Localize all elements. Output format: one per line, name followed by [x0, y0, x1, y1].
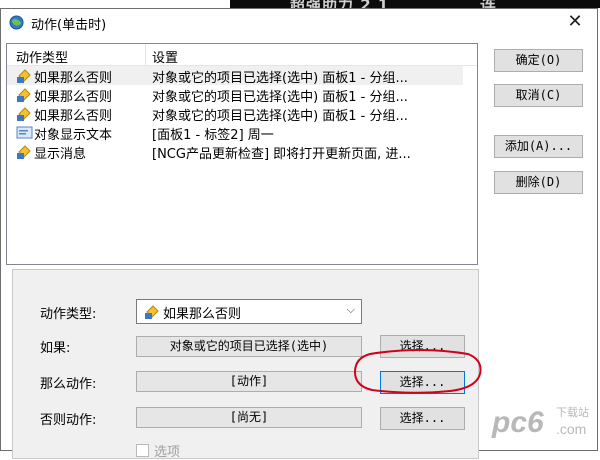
globe-icon — [9, 15, 24, 30]
action-type-cell: 显示消息 — [34, 147, 87, 162]
setting-cell: 对象或它的项目已选择(选中) 面板1 - 分组... — [152, 90, 408, 105]
else-label: 否则动作: — [40, 413, 97, 428]
message-icon — [17, 145, 31, 159]
annotation-oval — [353, 349, 482, 394]
setting-cell: [NCG产品更新检查] 即将打开更新页面, 进... — [152, 147, 411, 162]
list-item[interactable]: 如果那么否则 对象或它的项目已选择(选中) 面板1 - 分组... — [7, 66, 463, 86]
list-header: 动作类型 设置 — [7, 44, 477, 66]
action-type-value: 如果那么否则 — [163, 307, 242, 322]
window-title: 动作(单击时) — [31, 18, 107, 33]
condition-icon — [17, 107, 31, 121]
action-type-select[interactable]: 如果那么否则 ⌵ — [136, 299, 362, 324]
list-item[interactable]: 显示消息 [NCG产品更新检查] 即将打开更新页面, 进... — [7, 142, 463, 162]
then-label: 那么动作: — [40, 377, 97, 392]
condition-icon — [17, 69, 31, 83]
condition-icon — [17, 88, 31, 102]
condition-icon — [145, 305, 159, 319]
delete-button[interactable]: 删除(D) — [494, 171, 583, 194]
then-action-field: [动作] — [136, 371, 362, 392]
else-action-field: [尚无] — [136, 407, 362, 428]
text-display-icon — [16, 126, 33, 139]
setting-cell: 对象或它的项目已选择(选中) 面板1 - 分组... — [152, 71, 408, 86]
background-app-strip — [230, 0, 600, 8]
action-type-cell: 如果那么否则 — [34, 109, 113, 124]
column-header-action-type[interactable]: 动作类型 — [16, 47, 68, 66]
title-bar: 动作(单击时) ✕ — [1, 9, 597, 37]
list-item[interactable]: 如果那么否则 对象或它的项目已选择(选中) 面板1 - 分组... — [7, 85, 463, 105]
action-type-label: 动作类型: — [40, 307, 97, 322]
watermark-brand: pc6 — [491, 406, 544, 439]
if-condition-field: 对象或它的项目已选择(选中) — [136, 336, 362, 357]
setting-cell: 对象或它的项目已选择(选中) 面板1 - 分组... — [152, 109, 408, 124]
column-divider[interactable] — [145, 44, 146, 65]
watermark-sub: 下载站 — [556, 405, 589, 419]
watermark-domain: .com — [556, 421, 586, 437]
if-label: 如果: — [40, 341, 71, 356]
ok-button[interactable]: 确定(O) — [494, 49, 583, 72]
site-watermark: pc6 下载站 .com — [491, 405, 589, 439]
action-dialog: 动作(单击时) ✕ 动作类型 设置 如果那么否则 对象或它的项目已选择(选中) … — [0, 8, 598, 460]
close-button[interactable]: ✕ — [565, 12, 585, 32]
action-list[interactable]: 动作类型 设置 如果那么否则 对象或它的项目已选择(选中) 面板1 - 分组..… — [6, 43, 478, 265]
action-type-cell: 如果那么否则 — [34, 71, 113, 86]
chevron-down-icon: ⌵ — [346, 303, 355, 316]
list-item[interactable]: 如果那么否则 对象或它的项目已选择(选中) 面板1 - 分组... — [7, 104, 463, 124]
action-type-cell: 对象显示文本 — [34, 128, 113, 143]
cancel-button[interactable]: 取消(C) — [494, 84, 583, 107]
setting-cell: [面板1 - 标签2] 周一 — [152, 128, 274, 143]
action-type-cell: 如果那么否则 — [34, 90, 113, 105]
else-select-button[interactable]: 选择... — [380, 407, 465, 430]
list-item[interactable]: 对象显示文本 [面板1 - 标签2] 周一 — [7, 123, 463, 143]
column-header-settings[interactable]: 设置 — [152, 47, 178, 66]
add-button[interactable]: 添加(A)... — [494, 135, 583, 158]
